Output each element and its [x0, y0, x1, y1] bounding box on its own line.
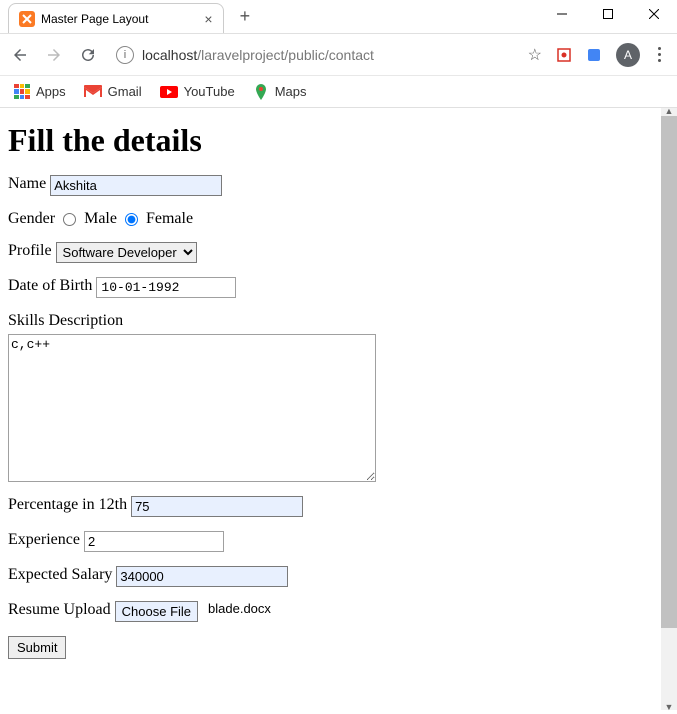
file-name-text: blade.docx [208, 601, 271, 616]
bookmark-gmail[interactable]: Gmail [84, 84, 142, 99]
reload-button[interactable] [76, 43, 100, 67]
skills-textarea[interactable] [8, 334, 376, 482]
percentage-input[interactable] [131, 496, 303, 517]
minimize-button[interactable] [539, 0, 585, 28]
page-heading: Fill the details [8, 122, 653, 159]
site-info-icon[interactable]: i [116, 46, 134, 64]
window-controls [539, 0, 677, 28]
apps-grid-icon [14, 84, 30, 100]
gender-male-radio[interactable] [63, 213, 76, 226]
tab-title: Master Page Layout [41, 12, 148, 26]
experience-label: Experience [8, 531, 80, 549]
gender-female-label: Female [146, 210, 193, 228]
tab-close-icon[interactable]: × [204, 11, 212, 27]
bookmark-maps[interactable]: Maps [253, 84, 307, 100]
gender-female-radio[interactable] [125, 213, 138, 226]
extension-icon-2[interactable] [586, 47, 602, 63]
browser-menu-icon[interactable] [654, 43, 665, 66]
profile-select[interactable]: Software Developer [56, 242, 197, 263]
vertical-scrollbar[interactable]: ▲ ▼ [661, 108, 677, 710]
name-input[interactable] [50, 175, 222, 196]
close-window-button[interactable] [631, 0, 677, 28]
salary-label: Expected Salary [8, 566, 112, 584]
back-button[interactable] [8, 43, 32, 67]
dob-input[interactable] [96, 277, 236, 298]
choose-file-button[interactable]: Choose File [115, 601, 198, 622]
bookmark-youtube[interactable]: YouTube [160, 84, 235, 99]
browser-toolbar: i localhost/laravelproject/public/contac… [0, 34, 677, 76]
submit-button[interactable]: Submit [8, 636, 66, 659]
youtube-icon [160, 86, 178, 98]
browser-titlebar: Master Page Layout × + [0, 0, 677, 34]
gmail-icon [84, 85, 102, 99]
maps-icon [253, 84, 269, 100]
address-bar[interactable]: i localhost/laravelproject/public/contac… [110, 42, 518, 68]
maximize-button[interactable] [585, 0, 631, 28]
profile-label: Profile [8, 242, 52, 260]
new-tab-button[interactable]: + [232, 4, 259, 29]
gender-label: Gender [8, 210, 55, 228]
xampp-favicon-icon [19, 11, 35, 27]
bookmark-star-icon[interactable]: ☆ [528, 45, 542, 65]
page-content: Fill the details Name Gender Male Female… [0, 108, 661, 710]
scroll-down-arrow-icon[interactable]: ▼ [661, 700, 677, 714]
forward-button[interactable] [42, 43, 66, 67]
scrollbar-thumb[interactable] [661, 116, 677, 628]
profile-avatar[interactable]: A [616, 43, 640, 67]
percentage-label: Percentage in 12th [8, 496, 127, 514]
url-host: localhost [142, 47, 197, 63]
name-label: Name [8, 175, 46, 193]
extension-icon[interactable] [556, 47, 572, 63]
url-path: /laravelproject/public/contact [197, 47, 374, 63]
bookmarks-bar: Apps Gmail YouTube Maps [0, 76, 677, 108]
experience-input[interactable] [84, 531, 224, 552]
salary-input[interactable] [116, 566, 288, 587]
bookmark-apps[interactable]: Apps [14, 84, 66, 100]
resume-label: Resume Upload [8, 601, 111, 619]
browser-tab[interactable]: Master Page Layout × [8, 3, 224, 33]
dob-label: Date of Birth [8, 277, 92, 295]
gender-male-label: Male [84, 210, 117, 228]
skills-label: Skills Description [8, 312, 123, 329]
